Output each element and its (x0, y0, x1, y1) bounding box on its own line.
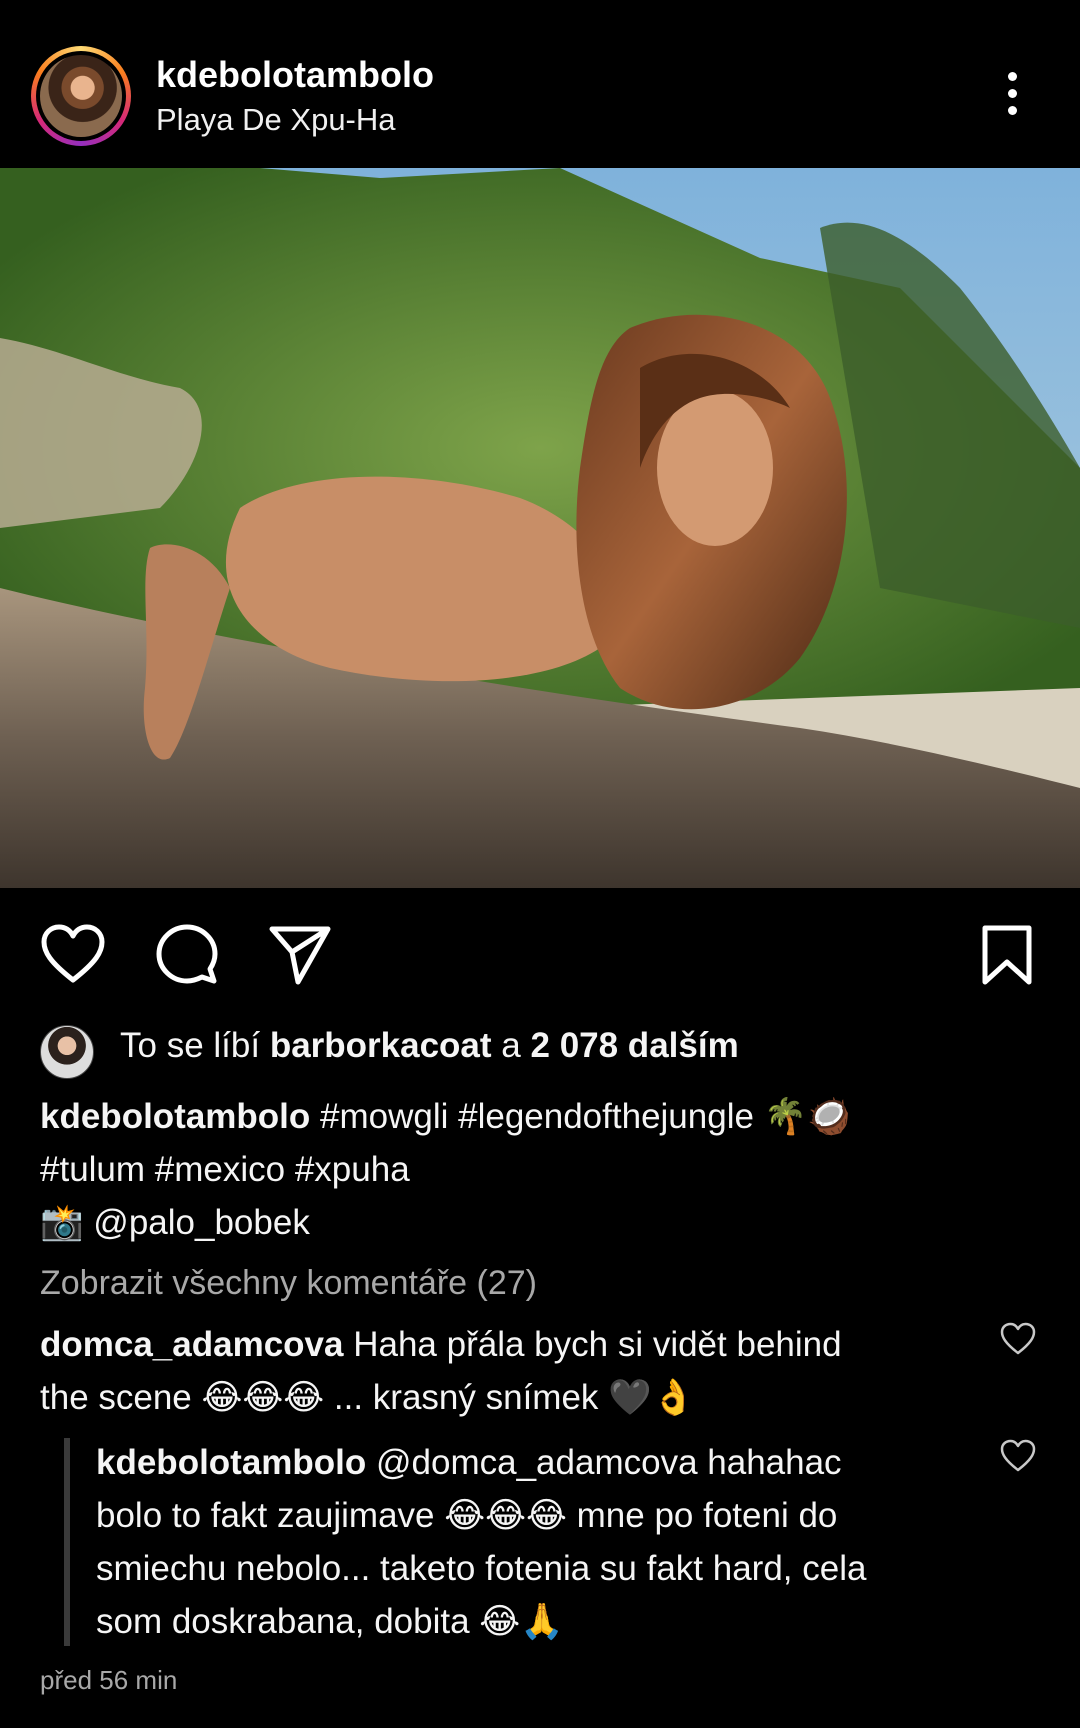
likes-count[interactable]: 2 078 dalším (531, 1026, 739, 1065)
caption-username[interactable]: kdebolotambolo (40, 1097, 310, 1136)
reply-text-line3: smiechu nebolo... taketo fotenia su fakt… (96, 1549, 867, 1588)
comment: domca_adamcova Haha přála bych si vidět … (40, 1318, 980, 1424)
reply-thread-line (64, 1438, 70, 1646)
caption-photographer[interactable]: 📸 @palo_bobek (40, 1196, 1040, 1249)
reply-text-line4: som doskrabana, dobita 😂🙏 (96, 1602, 564, 1641)
comment-reply: kdebolotambolo @domca_adamcova hahahac b… (96, 1436, 976, 1648)
caption-hashtags-2[interactable]: #tulum #mexico #xpuha (40, 1143, 1040, 1196)
reply-username[interactable]: kdebolotambolo (96, 1443, 366, 1482)
reply-text: @domca_adamcova hahahac (376, 1443, 842, 1482)
caption-hashtags[interactable]: #mowgli #legendofthejungle 🌴🥥 (320, 1097, 851, 1136)
liker-avatar[interactable] (40, 1025, 94, 1079)
liker-username[interactable]: barborkacoat (270, 1026, 492, 1065)
header-location[interactable]: Playa De Xpu-Ha (156, 102, 396, 138)
reply-like-heart-icon[interactable] (1000, 1439, 1036, 1473)
beach-photo-illustration (0, 168, 1080, 888)
avatar-image (40, 55, 122, 137)
comment-text: Haha přála bych si vidět behind (353, 1325, 842, 1364)
post-timestamp: před 56 min (40, 1665, 178, 1695)
post-header: kdebolotambolo Playa De Xpu-Ha (0, 0, 1080, 168)
comment-text-cont: the scene 😂😂😂 ... krasný snímek 🖤👌 (40, 1378, 696, 1417)
post-photo[interactable] (0, 168, 1080, 888)
profile-avatar[interactable] (31, 46, 131, 146)
heart-icon[interactable] (40, 924, 106, 984)
comment-like-heart-icon[interactable] (1000, 1322, 1036, 1356)
send-icon[interactable] (268, 924, 332, 986)
post-caption: kdebolotambolo #mowgli #legendofthejungl… (40, 1090, 1040, 1249)
likes-row[interactable]: To se líbí barborkacoat a 2 078 dalším (40, 1022, 1040, 1082)
more-vertical-icon[interactable] (1004, 72, 1020, 120)
comment-icon[interactable] (156, 924, 218, 986)
view-all-comments-link[interactable]: Zobrazit všechny komentáře (27) (40, 1264, 537, 1303)
header-username[interactable]: kdebolotambolo (156, 54, 434, 96)
reply-text-line2: bolo to fakt zaujimave 😂😂😂 mne po foteni… (96, 1496, 838, 1535)
bookmark-icon[interactable] (980, 924, 1034, 986)
post-actions (0, 900, 1080, 1010)
comment-username[interactable]: domca_adamcova (40, 1325, 343, 1364)
likes-text[interactable]: To se líbí barborkacoat a 2 078 dalším (120, 1026, 739, 1066)
